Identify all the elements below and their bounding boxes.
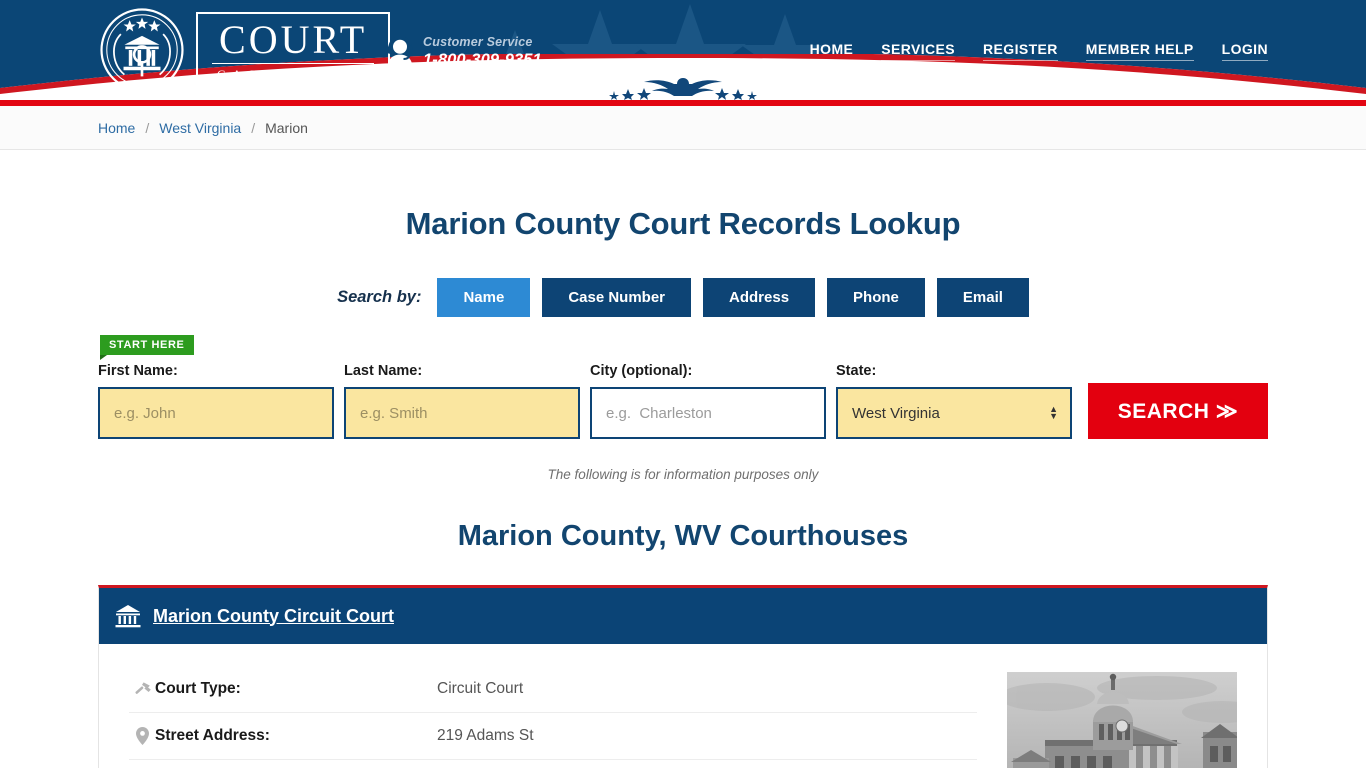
courthouse-card-body: Court Type: Circuit Court Street Address… [99, 644, 1267, 768]
breadcrumb-bar: Home / West Virginia / Marion [0, 106, 1366, 150]
start-here-badge: START HERE [100, 335, 195, 360]
breadcrumb: Home / West Virginia / Marion [98, 120, 308, 136]
breadcrumb-separator: / [251, 119, 256, 136]
state-select[interactable]: West Virginia [836, 387, 1072, 439]
row-value: 219 Adams St [437, 727, 534, 744]
disclaimer-note: The following is for information purpose… [547, 467, 819, 482]
last-name-field-group: Last Name: [344, 363, 580, 439]
state-field-group: State: West Virginia ▲ ▼ [836, 363, 1072, 439]
row-value: Circuit Court [437, 680, 524, 697]
court-seal-icon [100, 8, 184, 92]
nav-item-login[interactable]: LOGIN [1221, 41, 1268, 61]
city-field-group: City (optional): [590, 363, 826, 439]
last-name-input[interactable] [344, 387, 580, 439]
courthouse-name-link[interactable]: Marion County Circuit Court [153, 606, 394, 627]
section-title: Marion County, WV Courthouses [457, 520, 909, 552]
search-by-label: Search by: [337, 288, 422, 306]
courthouse-card-header: Marion County Circuit Court [99, 588, 1267, 644]
nav-item-register[interactable]: REGISTER [983, 41, 1058, 61]
courthouse-card: Marion County Circuit Court Court Type: … [98, 585, 1268, 768]
tab-name[interactable]: Name [437, 278, 531, 317]
logo-subtitle: CASE FINDER [217, 67, 375, 82]
state-label: State: [836, 363, 877, 379]
first-name-input[interactable] [98, 387, 334, 439]
breadcrumb-item-current: Marion [265, 119, 308, 136]
gavel-icon [129, 681, 155, 698]
courthouse-photo [1007, 672, 1237, 768]
city-label: City (optional): [590, 363, 693, 379]
site-logo[interactable]: COURT CASE FINDER [98, 6, 391, 94]
search-button[interactable]: SEARCH ≫ [1088, 383, 1268, 439]
search-by-tabs: Search by: Name Case Number Address Phon… [0, 278, 1366, 317]
breadcrumb-separator: / [145, 119, 150, 136]
logo-wordmark: COURT CASE FINDER [196, 11, 391, 89]
eagle-stars-decoration [609, 78, 757, 100]
tab-phone[interactable]: Phone [827, 278, 925, 317]
main-navigation: HOME SERVICES REGISTER MEMBER HELP LOGIN [809, 41, 1268, 61]
logo-title: COURT [212, 19, 375, 64]
first-name-field-group: First Name: [98, 363, 334, 439]
table-row: Court Type: Circuit Court [129, 666, 977, 713]
first-name-label: First Name: [98, 363, 178, 379]
breadcrumb-item-home[interactable]: Home [98, 120, 135, 136]
courthouse-detail-list: Court Type: Circuit Court Street Address… [129, 666, 1007, 768]
last-name-label: Last Name: [344, 363, 423, 379]
table-row: Street Address: 219 Adams St [129, 713, 977, 760]
page-title: Marion County Court Records Lookup [405, 206, 961, 241]
customer-service-label: Customer Service [423, 35, 533, 49]
tab-email[interactable]: Email [936, 278, 1029, 317]
customer-service-block[interactable]: Customer Service 1-800-309-9351 [386, 35, 542, 70]
row-label: Street Address: [155, 727, 270, 744]
bank-courthouse-icon [115, 605, 141, 628]
city-input[interactable] [590, 387, 826, 439]
nav-item-services[interactable]: SERVICES [881, 41, 956, 61]
nav-item-member-help[interactable]: MEMBER HELP [1085, 41, 1194, 61]
nav-item-home[interactable]: HOME [809, 41, 854, 61]
search-form: START HERE First Name: Last Name: City (… [98, 335, 1268, 439]
tab-address[interactable]: Address [703, 278, 816, 317]
breadcrumb-item-state[interactable]: West Virginia [159, 120, 241, 136]
table-row [129, 760, 977, 768]
site-header: COURT CASE FINDER Customer Service 1-800… [0, 0, 1366, 100]
headset-support-icon [387, 37, 413, 68]
tab-case-number[interactable]: Case Number [542, 278, 692, 317]
row-label: Court Type: [155, 680, 241, 697]
customer-service-phone[interactable]: 1-800-309-9351 [423, 51, 542, 70]
map-marker-icon [129, 727, 155, 745]
